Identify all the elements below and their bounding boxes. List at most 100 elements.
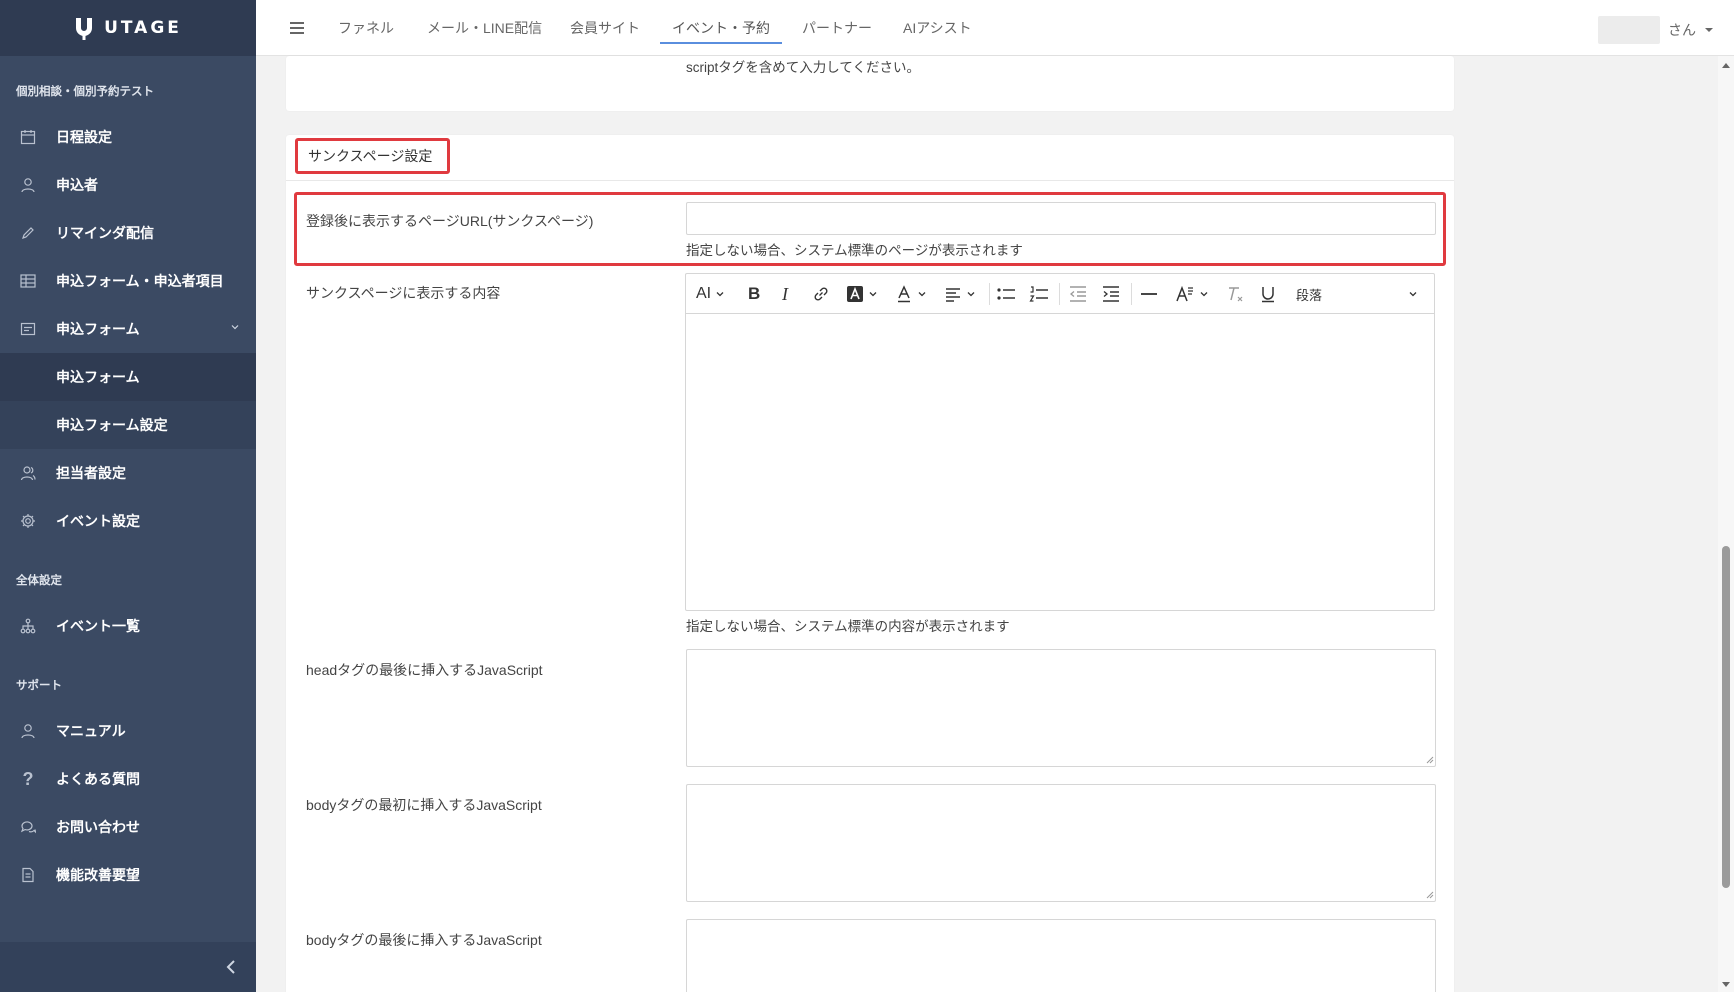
avatar [1598,16,1660,44]
clear-format-button[interactable] [1226,284,1246,304]
top-navigation: ファネル メール・LINE配信 会員サイト イベント・予約 パートナー AIアシ… [256,0,1734,56]
sidebar-item-label: 申込フォーム [56,321,140,337]
scroll-up-icon[interactable] [1722,62,1730,68]
sidebar-item-manual[interactable]: マニュアル [0,707,256,755]
heading-style-select[interactable]: 段落 [1296,284,1322,304]
sidebar-subitem-form[interactable]: 申込フォーム [0,353,256,401]
chevron-left-icon [226,960,235,974]
sidebar-item-staff[interactable]: 担当者設定 [0,449,256,497]
scrollbar-thumb[interactable] [1722,546,1730,888]
align-button[interactable] [944,284,976,304]
hamburger-menu-icon[interactable] [290,22,304,34]
indent-button[interactable] [1101,284,1121,304]
active-tab-indicator [660,42,782,44]
highlight-color-button[interactable] [846,284,878,304]
sidebar-item-faq[interactable]: ? よくある質問 [0,755,256,803]
utage-logo-icon [76,18,93,40]
align-left-icon [946,288,960,302]
tab-partner[interactable]: パートナー [802,0,872,56]
sidebar-item-feature-request[interactable]: 機能改善要望 [0,851,256,899]
body-start-js-label: bodyタグの最初に挿入するJavaScript [306,797,542,813]
horizontal-line-button[interactable] [1140,284,1158,304]
italic-button[interactable]: I [782,284,788,304]
outdent-button[interactable] [1068,284,1088,304]
sidebar-item-contact[interactable]: お問い合わせ [0,803,256,851]
chevron-down-icon [1200,292,1208,297]
chevron-down-icon [918,292,926,297]
sidebar-item-label: お問い合わせ [56,819,140,835]
outdent-icon [1069,286,1086,302]
scroll-down-icon[interactable] [1722,982,1730,988]
editor-toolbar: AI B I 段落 [686,274,1434,314]
head-js-textarea[interactable] [686,649,1436,767]
sidebar-item-event-list[interactable]: イベント一覧 [0,602,256,650]
sidebar-item-applicants[interactable]: 申込者 [0,161,256,209]
chat-icon [18,817,38,837]
form-icon [18,319,38,339]
toolbar-separator [1131,283,1132,305]
logo[interactable]: UTAGE [0,0,256,56]
body-end-js-label: bodyタグの最後に挿入するJavaScript [306,932,542,948]
sidebar-item-label: 機能改善要望 [56,867,140,883]
document-icon [18,865,38,885]
tab-funnel[interactable]: ファネル [338,0,394,56]
sidebar-section-project: 個別相談・個別予約テスト [16,86,154,98]
text-style-icon [1176,285,1193,302]
head-js-label: headタグの最後に挿入するJavaScript [306,662,543,678]
sidebar-section-global: 全体設定 [16,575,62,587]
sidebar-item-reminder[interactable]: リマインダ配信 [0,209,256,257]
thanks-content-hint: 指定しない場合、システム標準の内容が表示されます [686,619,1010,634]
sidebar-collapse-button[interactable] [0,942,256,992]
tab-ai-assist[interactable]: AIアシスト [903,0,972,56]
chevron-down-icon [716,292,724,297]
horizontal-line-icon [1141,293,1157,295]
thanks-url-hint: 指定しない場合、システム標準のページが表示されます [686,243,1023,258]
chevron-down-icon [231,325,239,330]
ai-assist-button[interactable]: AI [696,284,725,304]
section-divider [286,180,1454,181]
resize-grip-icon[interactable] [1425,755,1434,764]
heading-style-dropdown[interactable] [1408,284,1418,304]
gear-icon [18,511,38,531]
sitemap-icon [18,616,38,636]
sidebar-item-event-settings[interactable]: イベント設定 [0,497,256,545]
link-button[interactable] [812,284,830,304]
sidebar-subitem-form-settings[interactable]: 申込フォーム設定 [0,401,256,449]
resize-grip-icon[interactable] [1425,890,1434,899]
sidebar-section-support: サポート [16,680,62,692]
highlight-icon [847,286,863,302]
tab-member-site[interactable]: 会員サイト [570,0,640,56]
tab-event-reservation[interactable]: イベント・予約 [672,0,770,56]
bulleted-list-icon [997,288,1015,300]
sidebar-item-form[interactable]: 申込フォーム [0,305,256,353]
bulleted-list-button[interactable] [996,284,1016,304]
sidebar-item-label: リマインダ配信 [56,225,154,241]
toolbar-separator [989,283,990,305]
thanks-url-input[interactable] [686,202,1436,235]
user-icon [18,721,38,741]
user-icon [18,175,38,195]
clear-format-icon [1229,287,1243,302]
editor-content-area[interactable] [686,314,1434,610]
sidebar: UTAGE 個別相談・個別予約テスト 日程設定 申込者 リマインダ配信 申込フォ… [0,0,256,992]
question-icon: ? [22,768,34,789]
tab-mail-line[interactable]: メール・LINE配信 [427,0,542,56]
thanks-content-label: サンクスページに表示する内容 [306,285,501,301]
sidebar-item-label: よくある質問 [56,771,140,787]
font-color-button[interactable] [895,284,927,304]
sidebar-item-schedule[interactable]: 日程設定 [0,113,256,161]
sidebar-item-label: イベント設定 [56,513,140,529]
text-style-button[interactable] [1175,284,1209,304]
body-start-js-textarea[interactable] [686,784,1436,902]
sidebar-item-form-fields[interactable]: 申込フォーム・申込者項目 [0,257,256,305]
sidebar-item-label: 日程設定 [56,129,112,145]
section-title-text: サンクスページ設定 [308,148,433,164]
numbered-list-button[interactable] [1029,284,1049,304]
sidebar-item-label: 申込フォーム設定 [56,417,168,433]
chevron-down-icon [1409,292,1417,297]
chevron-down-icon [967,292,975,297]
bold-button[interactable]: B [748,284,760,304]
body-end-js-textarea[interactable] [686,919,1436,992]
user-menu[interactable]: さん [1598,16,1714,44]
underline-button[interactable] [1259,284,1277,304]
